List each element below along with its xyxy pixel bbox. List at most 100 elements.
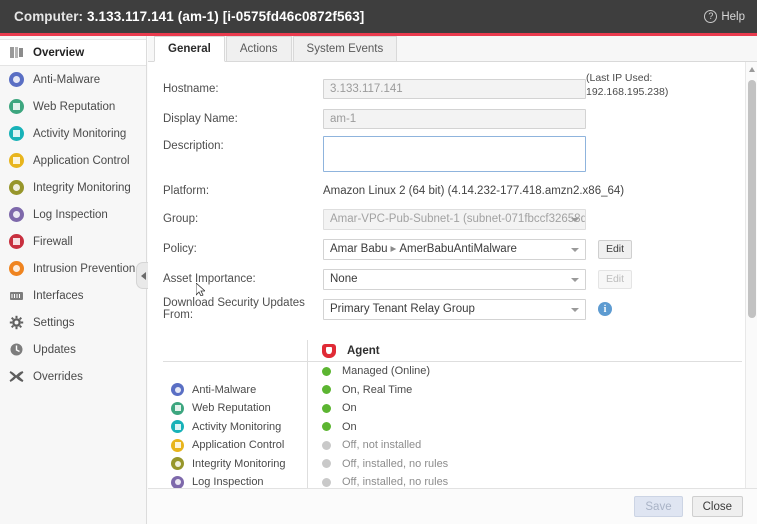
sidebar-item-label: Application Control	[33, 155, 130, 167]
sidebar-item-settings[interactable]: Settings	[0, 309, 146, 336]
status-row-module: Integrity Monitoring	[163, 455, 308, 474]
chevron-down-icon	[571, 278, 579, 282]
tab-general[interactable]: General	[154, 36, 225, 62]
hostname-input[interactable]	[323, 79, 586, 99]
managed-right: Managed (Online)	[308, 365, 430, 377]
hostname-label: Hostname:	[163, 83, 323, 95]
group-select: Amar-VPC-Pub-Subnet-1 (subnet-071fbccf32…	[323, 209, 586, 230]
activity-monitoring-icon	[9, 126, 24, 141]
tab-label: System Events	[307, 43, 384, 55]
status-dot	[322, 404, 331, 413]
asset-importance-label: Asset Importance:	[163, 273, 323, 285]
form-scroll-area[interactable]: (Last IP Used: 192.168.195.238) Hostname…	[148, 62, 757, 496]
status-row-state: On	[308, 421, 357, 433]
asset-importance-row: Asset Importance: None Edit	[148, 264, 757, 294]
agent-shield-icon	[322, 344, 336, 358]
sidebar-item-label: Interfaces	[33, 290, 84, 302]
download-updates-select[interactable]: Primary Tenant Relay Group	[323, 299, 586, 320]
asset-importance-select[interactable]: None	[323, 269, 586, 290]
sidebar-item-integrity-monitoring[interactable]: Integrity Monitoring	[0, 174, 146, 201]
policy-label: Policy:	[163, 243, 323, 255]
status-dot	[322, 478, 331, 487]
status-row-state: Off, installed, no rules	[308, 476, 448, 488]
last-ip-used: (Last IP Used: 192.168.195.238)	[586, 71, 716, 99]
agent-header-label: Agent	[347, 345, 380, 357]
status-text: Off, installed, no rules	[342, 476, 448, 488]
sidebar-item-activity-monitoring[interactable]: Activity Monitoring	[0, 120, 146, 147]
sidebar-item-updates[interactable]: Updates	[0, 336, 146, 363]
overrides-icon	[9, 369, 24, 384]
sidebar-item-label: Firewall	[33, 236, 73, 248]
help-label: Help	[721, 11, 745, 23]
sidebar-item-log-inspection[interactable]: Log Inspection	[0, 201, 146, 228]
status-row-module: Anti-Malware	[163, 381, 308, 400]
asset-importance-edit-button: Edit	[598, 270, 632, 289]
firewall-icon	[9, 234, 24, 249]
status-row-state: On	[308, 402, 357, 414]
info-icon[interactable]: i	[598, 302, 612, 316]
sidebar-item-firewall[interactable]: Firewall	[0, 228, 146, 255]
scroll-up-arrow-icon[interactable]	[749, 67, 755, 72]
policy-row: Policy: Amar Babu▸AmerBabuAntiMalware Ed…	[148, 234, 757, 264]
page-title: Computer: 3.133.117.141 (am-1) [i-0575fd…	[14, 9, 364, 24]
display-name-input[interactable]	[323, 109, 586, 129]
status-dot	[322, 385, 331, 394]
sidebar-item-label: Log Inspection	[33, 209, 108, 221]
interfaces-icon	[9, 288, 24, 303]
download-updates-label: Download Security Updates From:	[163, 297, 323, 321]
sidebar-item-label: Integrity Monitoring	[33, 182, 131, 194]
settings-gear-icon	[9, 315, 24, 330]
computer-details-window: Computer: 3.133.117.141 (am-1) [i-0575fd…	[0, 0, 757, 524]
policy-value-suffix: AmerBabuAntiMalware	[399, 243, 517, 255]
description-row: Description:	[148, 134, 757, 178]
sidebar-item-interfaces[interactable]: Interfaces	[0, 282, 146, 309]
help-link[interactable]: ? Help	[704, 10, 745, 23]
sidebar-item-intrusion-prevention[interactable]: Intrusion Prevention	[0, 255, 146, 282]
status-module-label: Log Inspection	[192, 476, 264, 488]
vertical-scrollbar[interactable]	[745, 62, 757, 496]
sidebar-item-overrides[interactable]: Overrides	[0, 363, 146, 390]
policy-select[interactable]: Amar Babu▸AmerBabuAntiMalware	[323, 239, 586, 260]
policy-edit-button[interactable]: Edit	[598, 240, 632, 259]
close-button[interactable]: Close	[692, 496, 743, 517]
platform-label: Platform:	[163, 185, 323, 197]
application-control-icon	[9, 153, 24, 168]
description-textarea[interactable]	[323, 136, 586, 172]
window-title-bar: Computer: 3.133.117.141 (am-1) [i-0575fd…	[0, 0, 757, 33]
save-button[interactable]: Save	[634, 496, 682, 517]
status-module-label: Activity Monitoring	[192, 421, 281, 433]
sidebar-item-anti-malware[interactable]: Anti-Malware	[0, 66, 146, 93]
web-reputation-icon	[171, 402, 184, 415]
integrity-monitoring-icon	[9, 180, 24, 195]
status-text: Off, not installed	[342, 439, 421, 451]
overview-icon	[9, 45, 24, 60]
status-module-label: Web Reputation	[192, 402, 271, 414]
display-name-label: Display Name:	[163, 113, 323, 125]
status-text: On	[342, 402, 357, 414]
status-header-right: Agent	[308, 344, 380, 358]
managed-status-label: Managed (Online)	[342, 365, 430, 377]
tab-actions[interactable]: Actions	[226, 36, 292, 61]
sidebar-item-overview[interactable]: Overview	[0, 39, 146, 66]
tab-system-events[interactable]: System Events	[293, 36, 398, 61]
chevron-left-icon	[141, 272, 146, 280]
status-row: Web Reputation On	[163, 399, 742, 418]
log-inspection-icon	[171, 476, 184, 489]
tab-label: Actions	[240, 43, 278, 55]
sidebar-item-web-reputation[interactable]: Web Reputation	[0, 93, 146, 120]
status-text: On, Real Time	[342, 384, 412, 396]
updates-icon	[9, 342, 24, 357]
status-row-state: Off, not installed	[308, 439, 421, 451]
chevron-down-icon	[571, 218, 579, 222]
tab-bar: General Actions System Events	[148, 36, 757, 62]
status-module-label: Anti-Malware	[192, 384, 256, 396]
web-reputation-icon	[9, 99, 24, 114]
status-row-module: Activity Monitoring	[163, 418, 308, 437]
scrollbar-thumb[interactable]	[748, 80, 756, 318]
chevron-down-icon	[571, 248, 579, 252]
anti-malware-icon	[9, 72, 24, 87]
application-control-icon	[171, 439, 184, 452]
last-ip-line2: 192.168.195.238)	[586, 85, 716, 99]
sidebar-item-application-control[interactable]: Application Control	[0, 147, 146, 174]
status-row: Integrity MonitoringOff, installed, no r…	[163, 455, 742, 474]
